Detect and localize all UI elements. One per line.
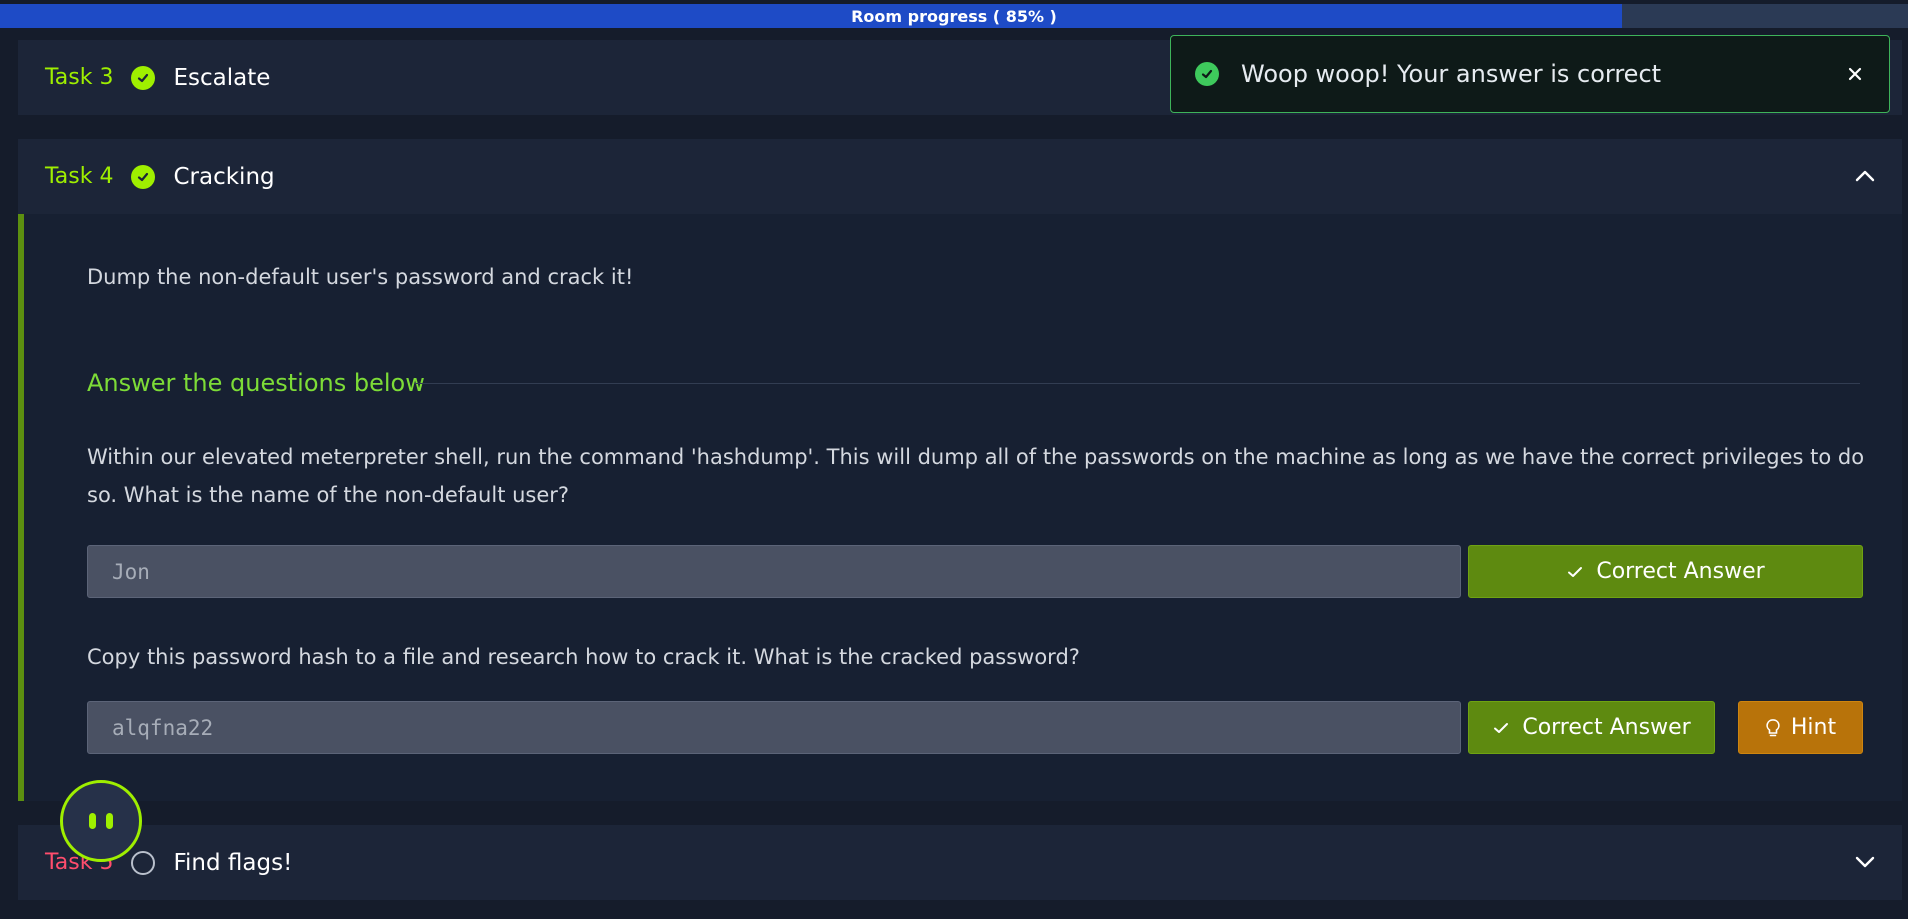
- success-toast: Woop woop! Your answer is correct: [1170, 35, 1890, 113]
- task-intro: Dump the non-default user's password and…: [87, 265, 634, 289]
- check-circle-icon: [1195, 62, 1219, 86]
- check-circle-icon: [131, 65, 156, 90]
- task-title: Cracking: [173, 163, 275, 190]
- bot-eye: [106, 813, 113, 829]
- questions-heading: Answer the questions below: [87, 369, 425, 397]
- task-number: Task 4: [45, 164, 114, 189]
- task-5-header[interactable]: Task 5 Find flags!: [18, 825, 1902, 900]
- question-1-text: Within our elevated meterpreter shell, r…: [87, 445, 1865, 507]
- check-circle-icon: [131, 164, 156, 189]
- divider: [414, 383, 1860, 384]
- task-title: Find flags!: [173, 849, 293, 876]
- room-progress-bar: Room progress ( 85% ): [0, 4, 1908, 28]
- answer-2-input[interactable]: alqfna22: [87, 701, 1461, 754]
- empty-circle-icon: [131, 850, 156, 875]
- task-4-body: Dump the non-default user's password and…: [18, 214, 1902, 801]
- progress-label: Room progress ( 85% ): [851, 6, 1057, 26]
- assistant-bot-button[interactable]: [60, 780, 142, 862]
- bot-eye: [89, 813, 96, 829]
- chevron-down-icon[interactable]: [1852, 849, 1878, 875]
- toast-message: Woop woop! Your answer is correct: [1241, 60, 1662, 88]
- button-label: Correct Answer: [1596, 559, 1765, 584]
- task-4-header[interactable]: Task 4 Cracking: [18, 139, 1902, 214]
- check-icon: [1494, 722, 1509, 733]
- check-icon: [1568, 566, 1583, 577]
- answer-1-input[interactable]: Jon: [87, 545, 1461, 598]
- answer-2-correct-button[interactable]: Correct Answer: [1468, 701, 1715, 754]
- chevron-up-icon[interactable]: [1852, 163, 1878, 189]
- hint-button[interactable]: Hint: [1738, 701, 1863, 754]
- task-title: Escalate: [173, 64, 271, 91]
- button-label: Hint: [1790, 715, 1837, 740]
- close-icon[interactable]: [1843, 62, 1867, 86]
- button-label: Correct Answer: [1522, 715, 1691, 740]
- lightbulb-icon: [1766, 718, 1780, 736]
- task-number: Task 3: [45, 65, 114, 90]
- question-2-text: Copy this password hash to a file and re…: [87, 645, 1080, 669]
- answer-1-correct-button[interactable]: Correct Answer: [1468, 545, 1863, 598]
